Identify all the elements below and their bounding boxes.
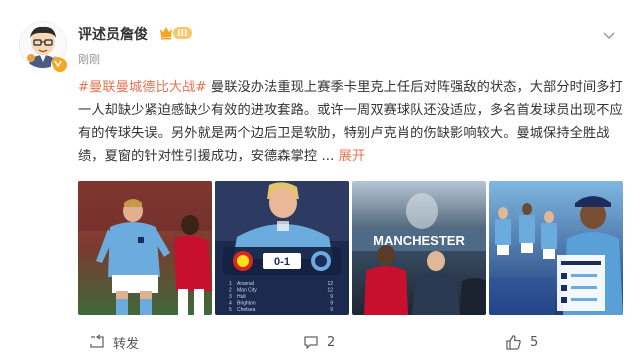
league-table-cell: 4 [229,301,232,307]
post-ellipsis: ... [317,149,335,164]
username[interactable]: 评述员詹俊 [78,24,148,44]
league-table-cell: Man City [237,288,257,294]
comment-button[interactable]: 2 [303,332,335,352]
user-level-text: III [177,28,188,38]
league-table-cell: Chelsea [237,307,256,313]
league-table-cell: 9 [330,294,333,300]
league-table-cell: 9 [330,307,333,313]
post-image-3[interactable]: MANCHESTER [352,181,486,315]
like-count: 5 [530,334,539,350]
league-table-cell: 9 [330,301,333,307]
user-level-badge[interactable]: III [158,24,194,42]
league-table-cell: Arsenal [237,281,254,287]
league-table-cell: 12 [327,281,333,287]
verified-badge-icon [51,56,69,74]
action-bar: 转发 2 5 [0,328,637,356]
league-table-cell: 5 [229,307,232,313]
post-image-1[interactable] [78,181,212,315]
league-table-cell: 3 [229,294,232,300]
post-image-2[interactable]: 0-1 1 Arsenal 12 2 Man City 12 3 Hull 9 4 Brighton… [215,181,349,315]
more-options-chevron-icon[interactable] [600,26,618,44]
score-text: 0-1 [274,256,290,268]
post-image-4[interactable] [489,181,623,315]
repost-label: 转发 [113,336,140,352]
league-table-cell: Brighton [237,301,256,307]
weibo-post: 评述员詹俊 III 刚刚 #曼联曼城德比大战# 曼联没办法重现上赛季卡里克上任后… [0,0,637,359]
comment-count: 2 [327,334,336,350]
thumbs-up-icon [506,334,521,350]
league-table-cell: 1 [229,281,232,287]
image-grid: 0-1 1 Arsenal 12 2 Man City 12 3 Hull 9 4 Brighton… [78,181,624,315]
expand-link[interactable]: 展开 [339,149,366,164]
league-table-cell: 2 [229,288,232,294]
comment-icon [304,336,318,349]
repost-icon [90,334,104,348]
league-table-cell: Hull [237,294,246,300]
league-table-cell: 12 [327,288,333,294]
topic-link[interactable]: #曼联曼城德比大战# [78,80,207,95]
post-time[interactable]: 刚刚 [78,51,100,67]
post-text: #曼联曼城德比大战# 曼联没办法重现上赛季卡里克上任后对阵强敌的状态，大部分时间… [78,76,623,168]
repost-button[interactable]: 转发 [89,332,139,352]
like-button[interactable]: 5 [505,332,538,352]
